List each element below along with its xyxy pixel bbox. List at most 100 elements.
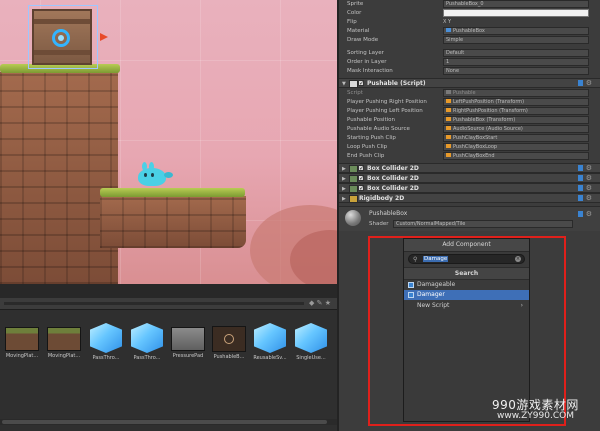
- sorting-layer-dropdown[interactable]: Default: [443, 49, 589, 57]
- box-collider-2d-header[interactable]: ▶ ✓ Box Collider 2D ⚙: [339, 183, 600, 193]
- component-menu[interactable]: ⚙: [577, 164, 592, 172]
- help-book-icon[interactable]: [577, 80, 583, 86]
- object-field[interactable]: PushableBox (Transform): [443, 116, 589, 124]
- help-book-icon[interactable]: [577, 165, 583, 171]
- draw-mode-dropdown[interactable]: Simple: [443, 36, 589, 44]
- asset-label: ReusableSv...: [253, 355, 287, 361]
- asset-item[interactable]: ReusableSv...: [251, 323, 289, 361]
- asset-item[interactable]: PassThro...: [87, 323, 125, 361]
- flip-checkboxes[interactable]: X Y: [443, 19, 451, 25]
- arrow-right-icon: [100, 33, 108, 41]
- field-label: Mask Interaction: [347, 68, 393, 74]
- foldout-closed-icon[interactable]: ▶: [342, 186, 346, 192]
- material-name: PushableBox: [369, 210, 408, 217]
- sprite-field[interactable]: PushableBox_0: [443, 0, 589, 8]
- toolbar-icons[interactable]: ◆ ✎ ★: [309, 299, 331, 307]
- project-panel: ◆ ✎ ★ MovingPlat... MovingPlat... PassTh…: [0, 284, 337, 431]
- material-field[interactable]: PushableBox: [443, 27, 589, 35]
- object-field[interactable]: LeftPushPosition (Transform): [443, 98, 589, 106]
- foldout-open-icon[interactable]: ▼: [342, 81, 346, 87]
- foldout-closed-icon[interactable]: ▶: [342, 176, 346, 182]
- field-label: Color: [347, 10, 362, 16]
- field-sprite: Sprite PushableBox_0: [339, 0, 600, 9]
- object-field[interactable]: RightPushPosition (Transform): [443, 107, 589, 115]
- foldout-closed-icon[interactable]: ▶: [342, 166, 346, 172]
- transform-icon: [446, 99, 451, 103]
- project-scrollbar[interactable]: [0, 419, 337, 425]
- shader-dropdown[interactable]: Custom/NormalMapped/Tile: [393, 220, 573, 228]
- object-field[interactable]: PushClayBoxStart: [443, 134, 589, 142]
- help-book-icon[interactable]: [577, 185, 583, 191]
- cube-icon: [254, 323, 286, 353]
- component-title: Rigidbody 2D: [359, 195, 405, 202]
- material-menu[interactable]: ⚙: [577, 210, 592, 218]
- help-book-icon[interactable]: [577, 211, 583, 217]
- asset-item[interactable]: SingleUse...: [292, 323, 330, 361]
- result-damager[interactable]: Damager: [404, 290, 529, 300]
- pushable-script-header[interactable]: ▼ ✓ Pushable (Script) ⚙: [339, 78, 600, 88]
- project-horizontal-bar[interactable]: [4, 302, 304, 305]
- search-icon: ⚲: [413, 256, 418, 263]
- field-sorting-layer: Sorting Layer Default: [339, 49, 600, 58]
- box-collider-2d-header[interactable]: ▶ ✓ Box Collider 2D ⚙: [339, 173, 600, 183]
- object-field[interactable]: PushClayBoxEnd: [443, 152, 589, 160]
- component-enabled-checkbox[interactable]: ✓: [358, 165, 364, 172]
- component-enabled-checkbox[interactable]: ✓: [358, 80, 364, 87]
- order-in-layer-input[interactable]: 1: [443, 58, 589, 66]
- scene-view[interactable]: [0, 0, 337, 284]
- component-enabled-checkbox[interactable]: ✓: [358, 175, 364, 182]
- field-flip: Flip X Y: [339, 18, 600, 27]
- asset-item[interactable]: MovingPlat...: [45, 323, 83, 359]
- search-value[interactable]: Damage: [423, 256, 449, 262]
- audio-clip-icon: [446, 153, 451, 157]
- asset-item[interactable]: PassThro...: [128, 323, 166, 361]
- add-component-popup: Add Component ⚲ Damage × Search Damageab…: [403, 238, 530, 422]
- component-menu[interactable]: ⚙: [577, 174, 592, 182]
- asset-thumbnail: [47, 327, 81, 351]
- field-end-push-clip: End Push Clip PushClayBoxEnd: [339, 152, 600, 161]
- field-audio-source: Pushable Audio Source AudioSource (Audio…: [339, 125, 600, 134]
- audio-clip-icon: [446, 135, 451, 139]
- component-menu[interactable]: ⚙: [577, 184, 592, 192]
- field-material: Material PushableBox: [339, 27, 600, 36]
- object-field[interactable]: AudioSource (Audio Source): [443, 125, 589, 133]
- help-book-icon[interactable]: [577, 195, 583, 201]
- object-value: PushClayBoxLoop: [453, 144, 498, 150]
- mask-interaction-dropdown[interactable]: None: [443, 67, 589, 75]
- field-label: Pushable Audio Source: [347, 126, 410, 132]
- material-preview-sphere: [345, 210, 361, 226]
- field-color: Color: [339, 9, 600, 18]
- box-collider-2d-header[interactable]: ▶ ✓ Box Collider 2D ⚙: [339, 163, 600, 173]
- chevron-right-icon: ›: [520, 302, 523, 309]
- component-menu[interactable]: ⚙: [577, 194, 592, 202]
- asset-item[interactable]: PushableB...: [210, 323, 248, 360]
- help-book-icon[interactable]: [577, 175, 583, 181]
- collider-icon: [349, 175, 358, 183]
- object-field[interactable]: PushClayBoxLoop: [443, 143, 589, 151]
- object-value: LeftPushPosition (Transform): [453, 99, 525, 105]
- tall-rock-platform[interactable]: [0, 72, 118, 284]
- component-search-input[interactable]: ⚲ Damage ×: [408, 254, 525, 264]
- watermark-url: www.ZY990.COM: [497, 411, 574, 421]
- low-rock-platform[interactable]: [100, 196, 246, 248]
- asset-item[interactable]: PressurePad: [169, 323, 207, 359]
- color-swatch[interactable]: [443, 9, 589, 17]
- clear-search-icon[interactable]: ×: [515, 256, 521, 262]
- component-enabled-checkbox[interactable]: ✓: [358, 185, 364, 192]
- project-tab-bar: [0, 284, 337, 299]
- component-menu[interactable]: ⚙: [577, 79, 592, 87]
- object-value: RightPushPosition (Transform): [453, 108, 528, 114]
- transform-handle-icon[interactable]: [52, 29, 70, 47]
- add-component-title: Add Component: [404, 239, 529, 252]
- foldout-closed-icon[interactable]: ▶: [342, 196, 346, 202]
- field-label: Loop Push Clip: [347, 144, 388, 150]
- asset-thumbnail: [5, 327, 39, 351]
- asset-item[interactable]: MovingPlat...: [3, 323, 41, 359]
- new-script-item[interactable]: New Script ›: [404, 301, 529, 311]
- player-character[interactable]: [134, 162, 173, 188]
- object-value: PushClayBoxEnd: [453, 153, 495, 159]
- rigidbody-2d-header[interactable]: ▶ Rigidbody 2D ⚙: [339, 193, 600, 203]
- field-label: Order in Layer: [347, 59, 387, 65]
- scrollbar-thumb[interactable]: [2, 420, 327, 424]
- result-damageable[interactable]: Damageable: [404, 280, 529, 290]
